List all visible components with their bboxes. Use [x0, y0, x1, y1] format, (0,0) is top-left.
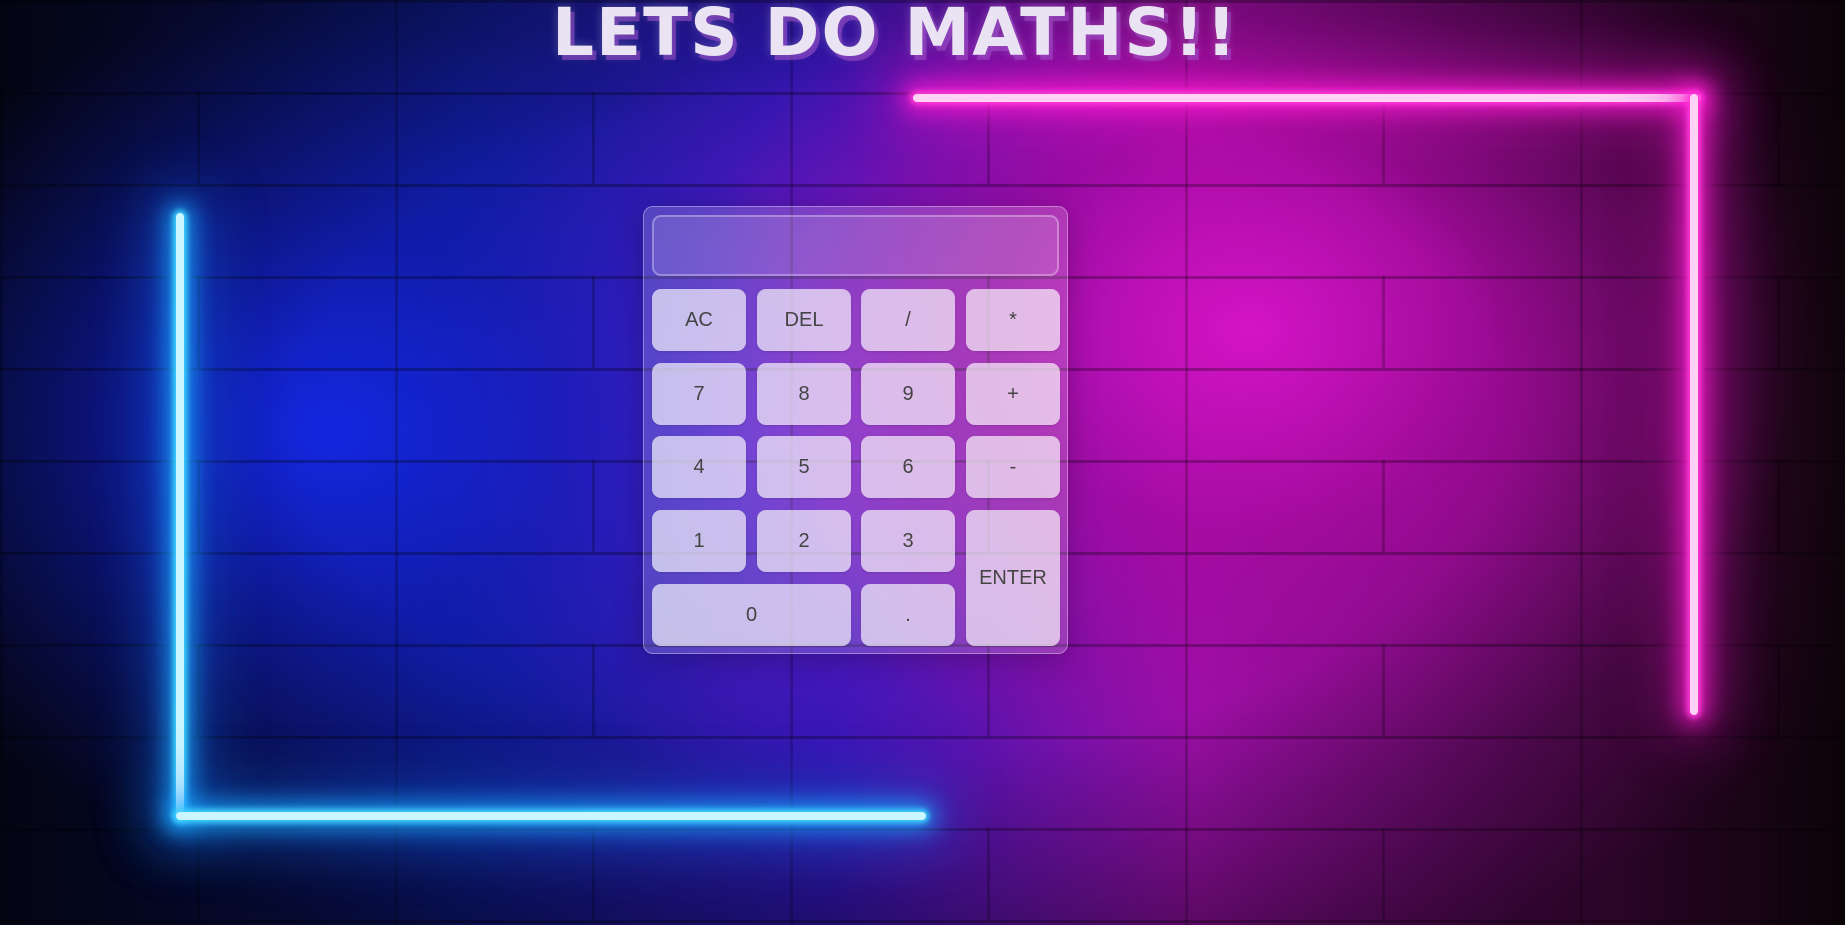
digit-6-button[interactable]: 6 [861, 436, 955, 498]
digit-5-button[interactable]: 5 [757, 436, 851, 498]
digit-8-button[interactable]: 8 [757, 363, 851, 425]
enter-button[interactable]: ENTER [966, 510, 1060, 646]
digit-0-button[interactable]: 0 [652, 584, 851, 646]
decimal-point-button[interactable]: . [861, 584, 955, 646]
digit-4-button[interactable]: 4 [652, 436, 746, 498]
digit-7-button[interactable]: 7 [652, 363, 746, 425]
digit-2-button[interactable]: 2 [757, 510, 851, 572]
plus-button[interactable]: + [966, 363, 1060, 425]
digit-9-button[interactable]: 9 [861, 363, 955, 425]
calculator-display[interactable] [652, 215, 1059, 276]
neon-right-vertical-line [1690, 94, 1698, 715]
page-heading: LETS DO MATHS!! [552, 0, 1239, 71]
neon-left-vertical-line [176, 213, 184, 820]
delete-button[interactable]: DEL [757, 289, 851, 351]
digit-3-button[interactable]: 3 [861, 510, 955, 572]
multiply-button[interactable]: * [966, 289, 1060, 351]
neon-bottom-horizontal-line [176, 812, 926, 820]
calculator-panel: AC DEL / * 7 8 9 + 4 5 6 - 1 2 3 ENTER 0… [643, 206, 1068, 654]
divide-button[interactable]: / [861, 289, 955, 351]
minus-button[interactable]: - [966, 436, 1060, 498]
clear-all-button[interactable]: AC [652, 289, 746, 351]
digit-1-button[interactable]: 1 [652, 510, 746, 572]
neon-top-horizontal-line [913, 94, 1701, 102]
